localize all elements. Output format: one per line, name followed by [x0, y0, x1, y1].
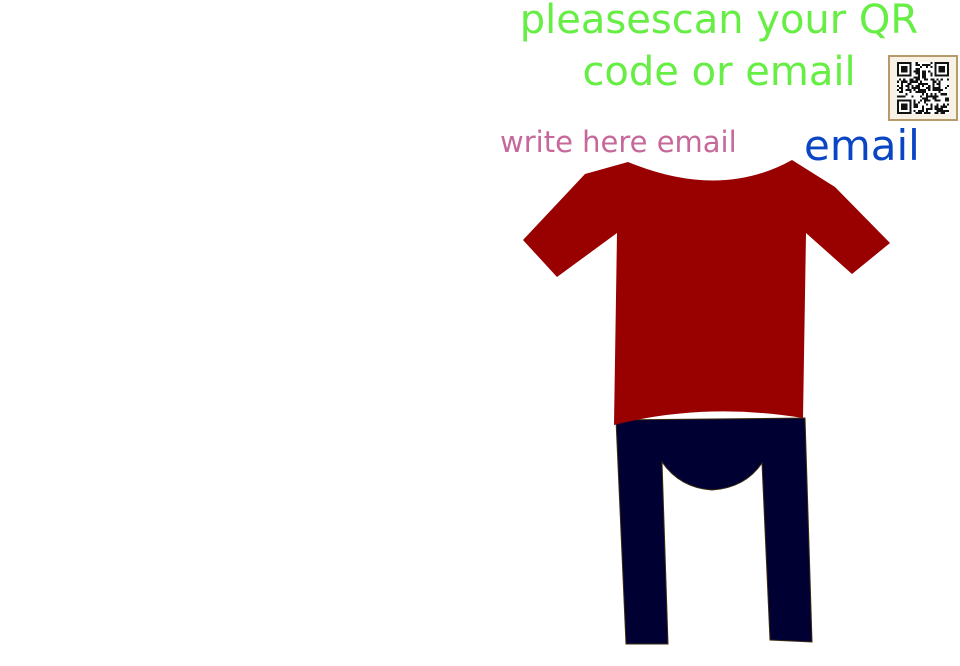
qr-scan-button[interactable] [888, 55, 958, 121]
shirt [523, 160, 890, 425]
scan-prompt-line-2: code or email [582, 49, 856, 95]
outfit-preview [523, 160, 890, 645]
pants [615, 417, 813, 645]
scan-prompt-line-1: pleasescan your QR [519, 0, 919, 43]
qr-code-icon [897, 62, 949, 114]
scan-prompt: pleasescan your QR code or email [480, 0, 958, 98]
